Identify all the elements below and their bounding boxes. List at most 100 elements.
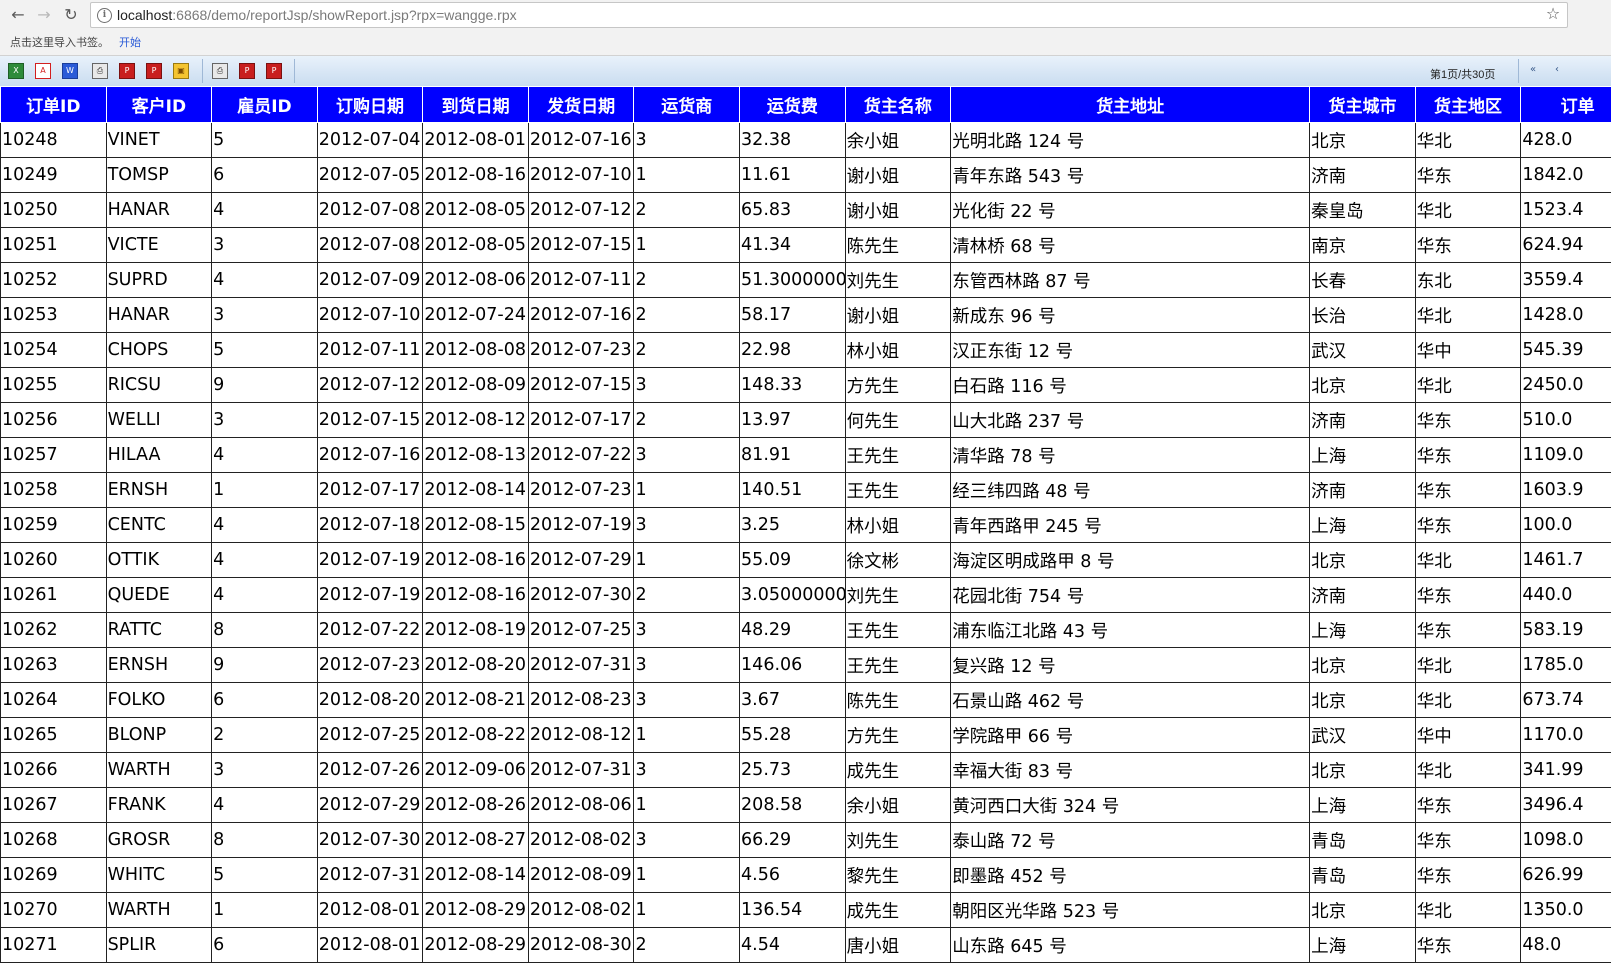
table-cell: 2 [633,402,741,438]
table-cell: 4 [211,192,318,228]
info-icon[interactable]: i [97,8,112,23]
table-cell: 2012-07-16 [527,122,635,158]
table-row: 10268 GROSR 8 2012-07-30 2012-08-27 2012-08-0… [0,822,1611,858]
table-cell: 青年西路甲 245 号 [950,507,1311,543]
table-cell: 4 [211,437,318,473]
export-excel-icon[interactable]: X [8,63,24,79]
table-cell: WARTH [105,752,213,788]
toolbar-separator [294,59,295,83]
table-cell: 华北 [1414,752,1522,788]
table-cell: 2012-07-30 [316,822,424,858]
table-cell: 65.83 [739,192,846,228]
table-cell: VICTE [105,227,213,263]
table-cell: 华中 [1414,332,1522,368]
table-cell: 2012-08-21 [422,682,529,718]
table-cell: 华东 [1414,787,1522,823]
table-row: 10256 WELLI 3 2012-07-15 2012-08-12 2012-07-1… [0,402,1611,438]
table-cell: WHITC [105,857,213,893]
table-cell: 武汉 [1309,332,1416,368]
table-cell: FRANK [105,787,213,823]
print-group: ⎙ P P ▣ [92,58,200,84]
table-cell: 2012-07-25 [316,717,424,753]
table-cell: 2012-07-15 [527,227,635,263]
table-cell: 2012-08-05 [422,192,529,228]
table-cell: 王先生 [844,612,952,648]
back-arrow-icon[interactable]: ← [8,5,28,25]
table-cell: 2012-07-04 [316,122,424,158]
table-cell: 刘先生 [844,577,952,613]
table-cell: 5 [211,857,318,893]
first-page-icon[interactable]: « [1530,64,1536,75]
table-cell: 余小姐 [844,122,952,158]
table-row: 10257 HILAA 4 2012-07-16 2012-08-13 2012-07-2… [0,437,1611,473]
table-cell: 2012-07-10 [527,157,635,193]
table-cell: 华东 [1414,227,1522,263]
table-cell: 10248 [0,122,107,158]
table-row: 10263 ERNSH 9 2012-07-23 2012-08-20 2012-07-3… [0,647,1611,683]
table-cell: 唐小姐 [844,927,952,963]
table-cell: 1098.0 [1520,822,1611,858]
print-setup-icon[interactable]: ⎙ [212,63,228,79]
table-cell: 1 [633,542,741,578]
toolbar-separator [202,59,203,83]
table-cell: 华北 [1414,297,1522,333]
table-cell: 10265 [0,717,107,753]
bookmark-star-icon[interactable]: ☆ [1543,4,1563,24]
table-cell: 2012-07-25 [527,612,635,648]
table-cell: 华北 [1414,122,1522,158]
table-cell: HANAR [105,297,213,333]
table-cell: 25.73 [739,752,846,788]
table-cell: 624.94 [1520,227,1611,263]
print-pdf-icon[interactable]: P [119,63,135,79]
table-cell: 208.58 [739,787,846,823]
applet-print-icon[interactable]: P [239,63,255,79]
column-header: 运货费 [739,86,846,123]
table-cell: 10259 [0,507,107,543]
flash-print-icon[interactable]: P [266,63,282,79]
table-cell: 华北 [1414,542,1522,578]
table-cell: 6 [211,157,318,193]
export-word-icon[interactable]: W [62,63,78,79]
table-cell: 2012-07-24 [422,297,529,333]
table-cell: 谢小姐 [844,297,952,333]
column-header: 货主名称 [844,86,952,123]
report-area: 订单ID 客户ID 雇员ID 订购日期 到货日期 发货日期 运货商 运货费 货主名称 货主地址 货主… [0,86,1611,974]
table-cell: 华东 [1414,157,1522,193]
table-cell: 陈先生 [844,682,952,718]
table-cell: 2012-07-31 [527,752,635,788]
table-cell: 10269 [0,857,107,893]
table-cell: 10268 [0,822,107,858]
table-cell: 华东 [1414,927,1522,963]
prev-page-icon[interactable]: ‹ [1555,64,1559,75]
table-cell: 华东 [1414,857,1522,893]
table-cell: 华东 [1414,822,1522,858]
table-cell: 石景山路 462 号 [950,682,1311,718]
table-cell: 华东 [1414,402,1522,438]
export-image-icon[interactable]: ▣ [173,63,189,79]
bookmarks-start-link[interactable]: 开始 [119,31,141,55]
table-cell: 2012-08-01 [316,927,424,963]
table-cell: 上海 [1309,612,1416,648]
table-cell: 2012-08-20 [316,682,424,718]
table-cell: 华中 [1414,717,1522,753]
reload-icon[interactable]: ↻ [61,5,81,25]
bookmarks-import-hint[interactable]: 点击这里导入书签。 [10,31,109,55]
table-cell: 长治 [1309,297,1416,333]
table-cell: 清华路 78 号 [950,437,1311,473]
url-input[interactable]: i localhost:6868/demo/reportJsp/showRepo… [90,2,1568,28]
table-cell: 王先生 [844,437,952,473]
table-cell: CHOPS [105,332,213,368]
table-cell: 朝阳区光华路 523 号 [950,892,1311,928]
table-cell: 148.33 [739,367,846,403]
table-cell: 2012-08-27 [422,822,529,858]
print-icon[interactable]: ⎙ [92,63,108,79]
table-cell: 华北 [1414,647,1522,683]
table-cell: 2012-08-15 [422,507,529,543]
table-cell: 2012-07-10 [316,297,424,333]
print-pdf-alt-icon[interactable]: P [146,63,162,79]
forward-arrow-icon[interactable]: → [34,5,54,25]
table-cell: 经三纬四路 48 号 [950,472,1311,508]
table-cell: 3 [211,297,318,333]
export-pdf-icon[interactable]: A [35,63,51,79]
table-cell: 146.06 [739,647,846,683]
